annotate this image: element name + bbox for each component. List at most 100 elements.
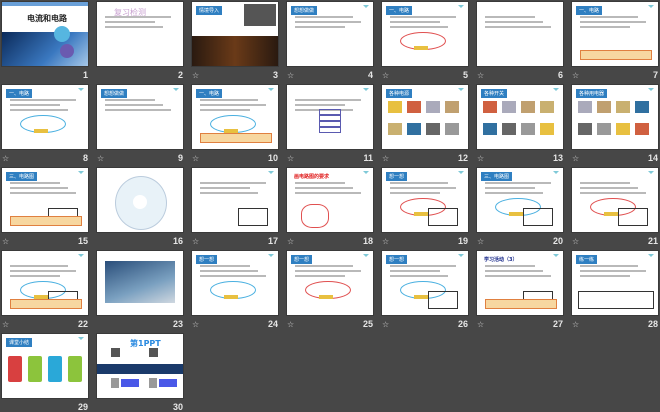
slide-transition-star-icon[interactable]: ☆	[287, 237, 294, 246]
summary-block	[48, 356, 62, 382]
slide-thumbnail[interactable]: 练一练	[572, 251, 658, 315]
text-line	[580, 275, 630, 277]
slide-thumbnail[interactable]	[97, 168, 183, 232]
slide-thumbnail[interactable]: 想想做做	[97, 85, 183, 149]
slide-title: 一、电路	[6, 89, 33, 98]
slide-transition-star-icon[interactable]: ☆	[477, 237, 484, 246]
text-line	[485, 270, 543, 272]
slide-corner-icon	[458, 5, 464, 8]
battery-icon	[34, 129, 48, 133]
slide-transition-star-icon[interactable]: ☆	[382, 71, 389, 80]
device-image	[616, 101, 630, 113]
slide-thumbnail[interactable]: 电流和电路	[2, 2, 88, 66]
text-line	[295, 265, 353, 267]
summary-block	[68, 356, 82, 382]
slide-thumbnail[interactable]: 想想做做	[287, 2, 373, 66]
slide-thumbnail[interactable]: 一、电路	[572, 2, 658, 66]
slide-transition-star-icon[interactable]: ☆	[382, 320, 389, 329]
slide-transition-star-icon[interactable]: ☆	[477, 71, 484, 80]
slide-thumbnail[interactable]: 一、电路	[192, 85, 278, 149]
slide-thumbnail[interactable]: 各种开关	[477, 85, 563, 149]
slide-number: 20	[552, 236, 563, 246]
slide-thumbnail[interactable]	[477, 2, 563, 66]
slide-transition-star-icon[interactable]: ☆	[192, 71, 199, 80]
slide-transition-star-icon[interactable]: ☆	[572, 320, 579, 329]
note-box	[200, 133, 272, 143]
device-image	[426, 123, 440, 135]
slide-thumbnail[interactable]: 三、电路图	[2, 168, 88, 232]
slide-thumbnail[interactable]: 想一想	[382, 168, 468, 232]
slide-thumbnail[interactable]: 画电路图的要求	[287, 168, 373, 232]
slide-transition-star-icon[interactable]: ☆	[572, 71, 579, 80]
slide-title: 一、电路	[576, 6, 603, 15]
slide-number: 5	[462, 70, 468, 80]
slide-transition-star-icon[interactable]: ☆	[2, 320, 9, 329]
slide-title: 想一想	[291, 255, 313, 264]
text-line	[580, 182, 630, 184]
slide-thumbnail[interactable]	[572, 168, 658, 232]
slide-thumbnail[interactable]: 一、电路	[382, 2, 468, 66]
text-line	[10, 182, 60, 184]
battery-icon	[414, 46, 428, 50]
slide-number: 1	[82, 70, 88, 80]
text-line	[200, 187, 250, 189]
slide-thumbnail[interactable]: 一、电路	[2, 85, 88, 149]
device-image	[521, 123, 535, 135]
slide-thumbnail[interactable]: 想一想	[287, 251, 373, 315]
slide-transition-star-icon[interactable]: ☆	[477, 320, 484, 329]
slide-thumbnail[interactable]	[2, 251, 88, 315]
logo-area	[97, 364, 183, 374]
text-line	[485, 26, 551, 28]
link-text	[159, 379, 177, 387]
slide-corner-icon	[553, 88, 559, 91]
device-image	[388, 101, 402, 113]
slide-transition-star-icon[interactable]: ☆	[2, 237, 9, 246]
device-image	[578, 101, 592, 113]
slide-transition-star-icon[interactable]: ☆	[97, 154, 104, 163]
slide-thumbnail[interactable]: 各种用电器	[572, 85, 658, 149]
slide-thumbnail[interactable]: 各种电源	[382, 85, 468, 149]
slide-thumbnail[interactable]: 想一想	[382, 251, 468, 315]
slide-transition-star-icon[interactable]: ☆	[192, 320, 199, 329]
text-line	[580, 265, 638, 267]
slide-title: 各种开关	[481, 89, 508, 98]
slide-thumbnail[interactable]: 学习活动（3）	[477, 251, 563, 315]
slide-thumbnail[interactable]: 想一想	[192, 251, 278, 315]
slide-transition-star-icon[interactable]: ☆	[382, 154, 389, 163]
slide-thumbnail[interactable]	[97, 251, 183, 315]
slide-transition-star-icon[interactable]: ☆	[572, 154, 579, 163]
slide-number: 27	[552, 319, 563, 329]
slide-transition-star-icon[interactable]: ☆	[477, 154, 484, 163]
slide-thumbnail[interactable]: 复习检测	[97, 2, 183, 66]
text-line	[390, 21, 440, 23]
battery-icon	[414, 295, 428, 299]
slide-title: 一、电路	[386, 6, 413, 15]
slide-transition-star-icon[interactable]: ☆	[287, 154, 294, 163]
slide-thumbnail[interactable]: 三、电路图	[477, 168, 563, 232]
slide-transition-star-icon[interactable]: ☆	[287, 71, 294, 80]
slide-transition-star-icon[interactable]: ☆	[287, 320, 294, 329]
slide-transition-star-icon[interactable]: ☆	[2, 154, 9, 163]
battery-icon	[604, 212, 618, 216]
slide-number: 24	[267, 319, 278, 329]
slide-thumbnail[interactable]	[192, 168, 278, 232]
slide-thumbnail[interactable]: 第1PPT	[97, 334, 183, 398]
qr-code	[111, 348, 120, 357]
slide-thumbnail[interactable]	[287, 85, 373, 149]
slide-thumbnail[interactable]: 情境导入	[192, 2, 278, 66]
battery-icon	[224, 295, 238, 299]
qr-code	[111, 378, 119, 388]
circuit-diagram	[428, 208, 458, 226]
note-box	[10, 216, 82, 226]
device-image	[578, 123, 592, 135]
slide-transition-star-icon[interactable]: ☆	[192, 154, 199, 163]
slide-corner-icon	[268, 254, 274, 257]
text-line	[105, 26, 163, 28]
slide-thumbnail[interactable]: 课堂小结	[2, 334, 88, 398]
slide-transition-star-icon[interactable]: ☆	[382, 237, 389, 246]
slide-transition-star-icon[interactable]: ☆	[192, 237, 199, 246]
battery-icon	[509, 212, 523, 216]
slide-transition-star-icon[interactable]: ☆	[572, 237, 579, 246]
device-image	[426, 101, 440, 113]
slide-title: 复习检测	[114, 8, 146, 17]
